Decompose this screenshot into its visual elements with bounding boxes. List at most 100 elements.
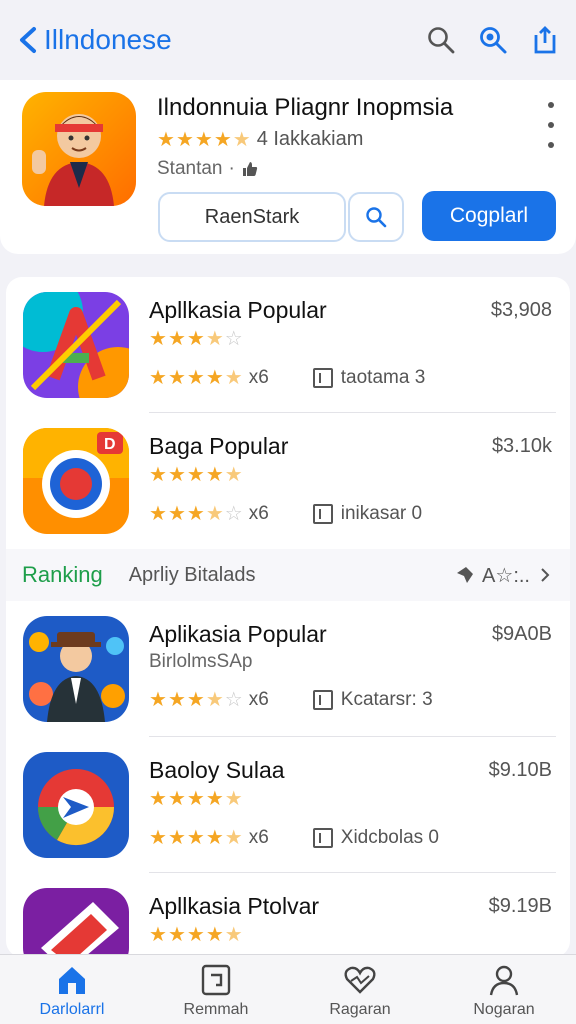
- category-icon: [312, 504, 333, 524]
- featured-app-icon[interactable]: [22, 92, 136, 206]
- list-item[interactable]: Apllkasia Ptolvar $9.19B ★ ★ ★ ★ ★: [6, 873, 570, 957]
- app-category: taotama 3: [312, 367, 426, 389]
- star-icon: ☆: [224, 328, 243, 350]
- app-name: Apllkasia Popular: [149, 297, 327, 323]
- star-icon: ★: [186, 689, 205, 711]
- zoom-icon[interactable]: [478, 25, 508, 55]
- app-category: Xidcbolas 0: [312, 827, 439, 849]
- ranking-title: Ranking: [22, 562, 103, 587]
- pin-icon: [457, 567, 474, 583]
- tab-label: Ragaran: [329, 1001, 391, 1018]
- list-item[interactable]: Baoloy Sulaa $9.10B ★ ★ ★ ★ ★ ★ ★ ★ ★ ★ x6 Xidcb…: [6, 737, 570, 873]
- tab-favorites[interactable]: Ragaran: [288, 955, 432, 1024]
- rating-stars: ★ ★ ★ ★ ★: [157, 130, 251, 150]
- star-icon: ★: [186, 827, 205, 849]
- star-icon: ★: [157, 128, 175, 151]
- app-price: $9.19B: [488, 895, 552, 917]
- star-icon: ★: [205, 367, 224, 389]
- search-icon: [366, 207, 387, 228]
- star-icon: ★: [167, 367, 186, 389]
- more-options-icon[interactable]: [544, 102, 558, 148]
- star-icon: ★: [232, 128, 251, 151]
- back-button[interactable]: Illndonese: [16, 24, 172, 56]
- app-list: Apllkasia Popular $3,908 ★ ★ ★ ★ ☆ ★ ★ ★ ★ ★ x6 …: [6, 277, 570, 957]
- app-name: Aplikasia Popular: [149, 621, 327, 647]
- tab-apps[interactable]: Remmah: [144, 955, 288, 1024]
- heart-icon: [344, 966, 376, 994]
- app-icon: [23, 292, 129, 398]
- review-count: x6: [248, 503, 269, 524]
- star-icon: ★: [167, 464, 186, 486]
- star-icon: ★: [167, 788, 186, 810]
- apps-icon: [201, 964, 231, 996]
- app-price: $3,908: [490, 299, 552, 321]
- ranking-section-header: Ranking Aprliy Bitalads A☆:..: [6, 549, 570, 601]
- search-icon[interactable]: [426, 25, 456, 55]
- star-icon: ★: [167, 503, 186, 525]
- star-icon: ★: [205, 464, 224, 486]
- list-item[interactable]: Apllkasia Popular $3,908 ★ ★ ★ ★ ☆ ★ ★ ★ ★ ★ x6 …: [6, 277, 570, 413]
- review-count: x6: [248, 367, 269, 388]
- subtitle-text: Stantan: [157, 158, 223, 179]
- secondary-action-button[interactable]: RaenStark: [158, 192, 346, 242]
- app-rating-stars: ★ ★ ★ ★ ☆: [149, 329, 243, 349]
- ranking-right-label: A☆:..: [482, 564, 530, 587]
- share-icon[interactable]: [530, 25, 560, 55]
- category-label: Xidcbolas 0: [340, 827, 439, 848]
- star-icon: ★: [167, 827, 186, 849]
- chevron-right-icon: [541, 568, 550, 582]
- top-nav: Illndonese: [0, 0, 576, 80]
- thumbs-up-icon: [242, 162, 257, 176]
- star-icon: ★: [186, 328, 205, 350]
- featured-app-rating: ★ ★ ★ ★ ★ 4 Iakkakiam: [157, 128, 363, 151]
- star-icon: ★: [167, 328, 186, 350]
- search-button[interactable]: [348, 192, 404, 242]
- meta-stars: ★ ★ ★ ★ ★: [149, 828, 243, 848]
- app-icon: [23, 752, 129, 858]
- get-button[interactable]: Cogplarl: [422, 191, 556, 241]
- app-meta: ★ ★ ★ ★ ☆ x6 inikasar 0: [149, 503, 422, 525]
- star-icon: ★: [186, 367, 205, 389]
- meta-stars: ★ ★ ★ ★ ☆: [149, 504, 243, 524]
- ranking-actions[interactable]: A☆:..: [454, 563, 554, 588]
- tab-label: Nogaran: [473, 1001, 535, 1018]
- app-price: $3.10k: [491, 435, 552, 457]
- star-icon: ★: [205, 328, 224, 350]
- star-icon: ★: [149, 788, 167, 810]
- star-icon: ★: [186, 464, 205, 486]
- star-icon: ★: [224, 827, 243, 849]
- star-icon: ★: [186, 503, 205, 525]
- star-icon: ★: [205, 503, 224, 525]
- star-icon: ★: [205, 924, 224, 946]
- app-category: Kcatarsr: 3: [312, 689, 433, 711]
- star-icon: ★: [205, 689, 224, 711]
- star-icon: ★: [149, 689, 167, 711]
- rating-text: 4 Iakkakiam: [256, 128, 364, 150]
- featured-app-title: Ilndonnuia Pliagnr Inopmsia: [157, 94, 454, 121]
- category-icon: [312, 368, 333, 388]
- star-icon: ☆: [224, 689, 243, 711]
- app-meta: ★ ★ ★ ★ ★ x6 taotama 3: [149, 367, 425, 389]
- app-price: $9A0B: [491, 623, 552, 645]
- app-developer: BirlolmsSAp: [149, 651, 253, 672]
- star-icon: ★: [224, 788, 243, 810]
- star-icon: ★: [186, 788, 205, 810]
- list-item[interactable]: D Baga Popular $3.10k ★ ★ ★ ★ ★ ★ ★ ★ ★ ☆ x6 ini…: [6, 413, 570, 549]
- app-icon: D: [23, 428, 129, 534]
- tab-home[interactable]: Darlolarrl: [0, 955, 144, 1024]
- app-category: inikasar 0: [312, 503, 422, 525]
- tab-label: Remmah: [183, 1001, 249, 1018]
- list-item[interactable]: Aplikasia Popular $9A0B BirlolmsSAp ★ ★ ★ ★…: [6, 601, 570, 737]
- star-icon: ★: [149, 924, 167, 946]
- ranking-subtitle: Aprliy Bitalads: [128, 563, 256, 586]
- star-icon: ★: [149, 367, 167, 389]
- app-name: Baga Popular: [149, 433, 289, 459]
- review-count: x6: [248, 689, 269, 710]
- star-icon: ★: [186, 924, 205, 946]
- category-label: taotama 3: [340, 367, 426, 388]
- star-icon: ★: [205, 827, 224, 849]
- tab-profile[interactable]: Nogaran: [432, 955, 576, 1024]
- star-icon: ★: [213, 128, 232, 151]
- chevron-left-icon: [20, 27, 36, 53]
- app-name: Baoloy Sulaa: [149, 757, 285, 783]
